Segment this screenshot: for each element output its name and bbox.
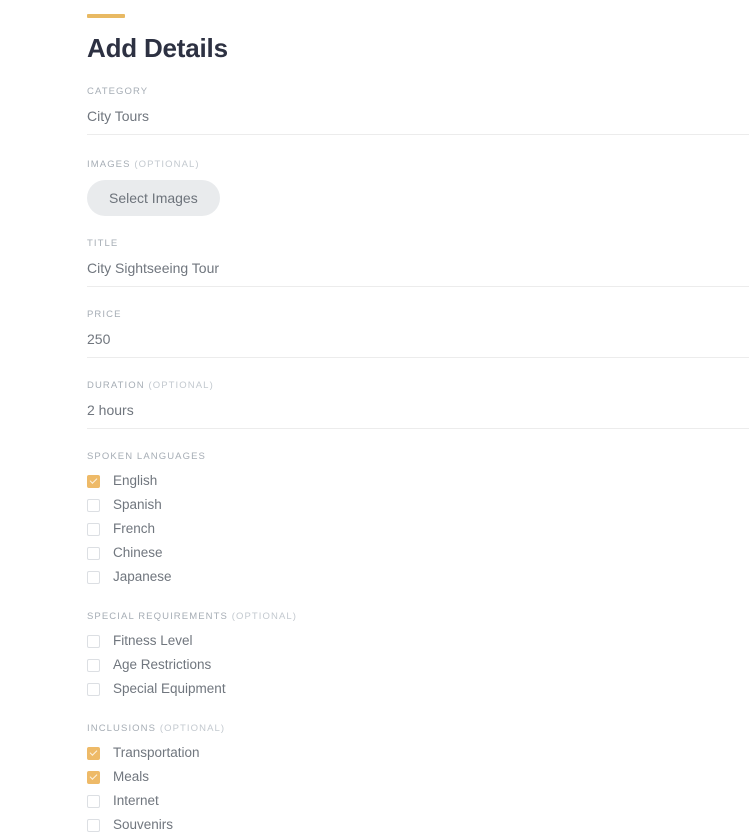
checkbox-checked-icon[interactable] [87, 771, 100, 784]
checkbox-label: French [113, 520, 155, 538]
checkbox-unchecked-icon[interactable] [87, 819, 100, 832]
field-category-value: City Tours [87, 107, 749, 125]
check-icon [90, 476, 98, 484]
checkbox-unchecked-icon[interactable] [87, 523, 100, 536]
group-special-requirements-options: Fitness Level Age Restrictions Special Equ… [87, 629, 749, 701]
checkbox-unchecked-icon[interactable] [87, 547, 100, 560]
checkbox-row[interactable]: Chinese [87, 541, 749, 565]
group-spoken-languages-options: English Spanish French Chinese Japanese [87, 469, 749, 589]
checkbox-row[interactable]: French [87, 517, 749, 541]
accent-bar [87, 14, 125, 18]
checkbox-label: Internet [113, 792, 159, 810]
checkbox-unchecked-icon[interactable] [87, 635, 100, 648]
checkbox-row[interactable]: Special Equipment [87, 677, 749, 701]
field-images-label-text: IMAGES [87, 159, 131, 170]
group-inclusions: INCLUSIONS (OPTIONAL) Transportation Meal… [87, 723, 749, 837]
field-images-label: IMAGES (OPTIONAL) [87, 159, 749, 171]
checkbox-label: Japanese [113, 568, 172, 586]
field-images-optional: (OPTIONAL) [134, 159, 199, 170]
group-inclusions-options: Transportation Meals Internet Souvenirs [87, 741, 749, 837]
checkbox-row[interactable]: Souvenirs [87, 813, 749, 837]
checkbox-row[interactable]: Internet [87, 789, 749, 813]
field-category-input[interactable]: City Tours [87, 107, 749, 135]
checkbox-row[interactable]: Meals [87, 765, 749, 789]
field-title-value: City Sightseeing Tour [87, 259, 749, 277]
field-title: TITLE City Sightseeing Tour [87, 238, 749, 287]
checkbox-label: Meals [113, 768, 149, 786]
group-spoken-languages-label-text: SPOKEN LANGUAGES [87, 451, 206, 462]
checkbox-unchecked-icon[interactable] [87, 683, 100, 696]
check-icon [90, 772, 98, 780]
field-duration: DURATION (OPTIONAL) 2 hours [87, 380, 749, 429]
checkbox-unchecked-icon[interactable] [87, 499, 100, 512]
field-category-label-text: CATEGORY [87, 86, 148, 97]
page-title: Add Details [87, 32, 749, 64]
checkbox-label: Transportation [113, 744, 200, 762]
field-duration-value: 2 hours [87, 401, 749, 419]
checkbox-row[interactable]: English [87, 469, 749, 493]
check-icon [90, 748, 98, 756]
checkbox-row[interactable]: Fitness Level [87, 629, 749, 653]
checkbox-label: English [113, 472, 157, 490]
group-spoken-languages: SPOKEN LANGUAGES English Spanish French Chi… [87, 451, 749, 589]
field-price-input[interactable]: 250 [87, 330, 749, 358]
group-special-requirements: SPECIAL REQUIREMENTS (OPTIONAL) Fitness … [87, 611, 749, 701]
field-duration-label-text: DURATION [87, 380, 145, 391]
checkbox-label: Spanish [113, 496, 162, 514]
checkbox-checked-icon[interactable] [87, 747, 100, 760]
checkbox-row[interactable]: Japanese [87, 565, 749, 589]
checkbox-label: Chinese [113, 544, 163, 562]
field-images: IMAGES (OPTIONAL) Select Images [87, 159, 749, 216]
field-duration-input[interactable]: 2 hours [87, 401, 749, 429]
group-special-requirements-label: SPECIAL REQUIREMENTS (OPTIONAL) [87, 611, 749, 623]
field-title-input[interactable]: City Sightseeing Tour [87, 259, 749, 287]
field-category: CATEGORY City Tours [87, 86, 749, 135]
group-special-requirements-label-text: SPECIAL REQUIREMENTS [87, 611, 228, 622]
checkbox-label: Fitness Level [113, 632, 193, 650]
select-images-button[interactable]: Select Images [87, 180, 220, 216]
checkbox-unchecked-icon[interactable] [87, 659, 100, 672]
field-duration-label: DURATION (OPTIONAL) [87, 380, 749, 392]
checkbox-row[interactable]: Spanish [87, 493, 749, 517]
group-inclusions-label: INCLUSIONS (OPTIONAL) [87, 723, 749, 735]
checkbox-label: Age Restrictions [113, 656, 211, 674]
checkbox-unchecked-icon[interactable] [87, 571, 100, 584]
group-inclusions-label-text: INCLUSIONS [87, 723, 156, 734]
group-spoken-languages-label: SPOKEN LANGUAGES [87, 451, 749, 463]
field-duration-optional: (OPTIONAL) [148, 380, 213, 391]
checkbox-row[interactable]: Transportation [87, 741, 749, 765]
group-inclusions-optional: (OPTIONAL) [160, 723, 225, 734]
group-special-requirements-optional: (OPTIONAL) [232, 611, 297, 622]
checkbox-label: Special Equipment [113, 680, 226, 698]
field-price-value: 250 [87, 330, 749, 348]
checkbox-row[interactable]: Age Restrictions [87, 653, 749, 677]
add-details-form: Add Details CATEGORY City Tours IMAGES (… [0, 0, 749, 789]
field-title-label-text: TITLE [87, 238, 118, 249]
field-title-label: TITLE [87, 238, 749, 250]
checkbox-label: Souvenirs [113, 816, 173, 834]
field-price: PRICE 250 [87, 309, 749, 358]
field-price-label-text: PRICE [87, 309, 122, 320]
field-category-label: CATEGORY [87, 86, 749, 98]
field-price-label: PRICE [87, 309, 749, 321]
checkbox-checked-icon[interactable] [87, 475, 100, 488]
checkbox-unchecked-icon[interactable] [87, 795, 100, 808]
